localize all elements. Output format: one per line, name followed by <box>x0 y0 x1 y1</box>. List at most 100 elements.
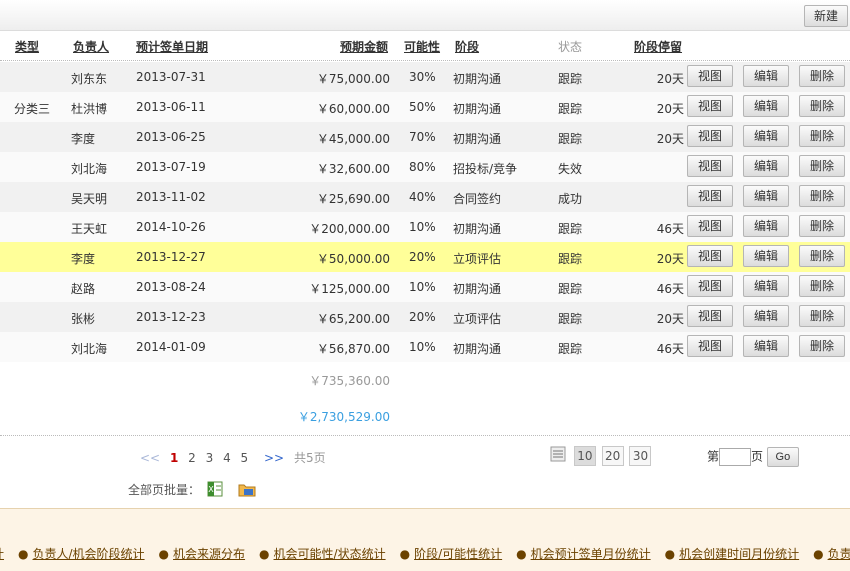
view-button[interactable]: 视图 <box>687 305 733 327</box>
view-button[interactable]: 视图 <box>687 185 733 207</box>
cell-sign-date: 2014-10-26 <box>136 220 206 234</box>
table-row[interactable]: 分类三 杜洪博 2013-06-11 ￥60,000.00 50% 初期沟通 跟踪 20天 视图… <box>0 92 850 122</box>
column-header-amount[interactable]: 预期金额 <box>300 38 388 55</box>
edit-button[interactable]: 编辑 <box>743 215 789 237</box>
page-link-5[interactable]: 5 <box>241 451 249 465</box>
go-button[interactable]: Go <box>766 447 799 467</box>
page-link-2[interactable]: 2 <box>188 451 196 465</box>
report-link[interactable]: 负责人/机会阶段统计 <box>33 547 145 561</box>
column-header-owner[interactable]: 负责人 <box>73 38 109 55</box>
report-link[interactable]: 负责 <box>828 547 850 561</box>
delete-button[interactable]: 删除 <box>799 155 845 177</box>
edit-button[interactable]: 编辑 <box>743 125 789 147</box>
cell-probability: 10% <box>409 340 436 354</box>
column-header-stage-stay[interactable]: 阶段停留 <box>634 38 682 55</box>
edit-button[interactable]: 编辑 <box>743 335 789 357</box>
page-link-1[interactable]: 1 <box>170 451 178 465</box>
goto-page: 第 页 Go <box>707 447 799 467</box>
bullet-icon: ● <box>516 547 527 561</box>
table-row[interactable]: 王天虹 2014-10-26 ￥200,000.00 10% 初期沟通 跟踪 46天 视图 编辑… <box>0 212 850 242</box>
view-button[interactable]: 视图 <box>687 65 733 87</box>
cell-owner: 杜洪博 <box>71 102 108 116</box>
page-size-20[interactable]: 20 <box>601 446 624 466</box>
table-row[interactable]: 张彬 2013-12-23 ￥65,200.00 20% 立项评估 跟踪 20天 视图 编辑 删除 <box>0 302 850 332</box>
edit-button[interactable]: 编辑 <box>743 95 789 117</box>
cell-amount: ￥56,870.00 <box>316 342 390 356</box>
report-link[interactable]: 阶段/可能性统计 <box>414 547 502 561</box>
next-page-link[interactable]: >> <box>264 451 284 465</box>
column-header-probability[interactable]: 可能性 <box>404 38 440 55</box>
cell-sign-date: 2013-11-02 <box>136 190 206 204</box>
folder-export-icon[interactable] <box>238 481 256 500</box>
column-header-stage[interactable]: 阶段 <box>455 38 479 55</box>
table-row[interactable]: 李度 2013-06-25 ￥45,000.00 70% 初期沟通 跟踪 20天 视图 编辑 删除 <box>0 122 850 152</box>
cell-sign-date: 2013-06-25 <box>136 130 206 144</box>
bullet-icon: ● <box>813 547 824 561</box>
cell-status: 跟踪 <box>558 312 583 326</box>
table-row[interactable]: 刘北海 2014-01-09 ￥56,870.00 10% 初期沟通 跟踪 46天 视图 编辑删… <box>0 332 850 362</box>
cell-stage-stay: 20天 <box>656 102 684 116</box>
delete-button[interactable]: 删除 <box>799 125 845 147</box>
cell-owner: 刘北海 <box>71 162 108 176</box>
delete-button[interactable]: 删除 <box>799 95 845 117</box>
goto-page-input[interactable] <box>719 448 752 466</box>
edit-button[interactable]: 编辑 <box>743 65 789 87</box>
new-button[interactable]: 新建 <box>804 5 848 27</box>
excel-export-icon[interactable]: X <box>206 481 224 500</box>
cell-stage: 初期沟通 <box>453 132 502 146</box>
table-row[interactable]: 刘北海 2013-07-19 ￥32,600.00 80% 招投标/竞争 失效 视图 编辑 删除 <box>0 152 850 182</box>
total-pages: 共5页 <box>293 451 326 465</box>
delete-button[interactable]: 删除 <box>799 65 845 87</box>
page-link-4[interactable]: 4 <box>223 451 231 465</box>
cell-sign-date: 2014-01-09 <box>136 340 206 354</box>
prev-page-link[interactable]: << <box>140 451 160 465</box>
report-link[interactable]: 机会可能性/状态统计 <box>274 547 386 561</box>
report-links-bar: 计●负责人/机会阶段统计●机会来源分布●机会可能性/状态统计●阶段/可能性统计●… <box>0 508 850 571</box>
edit-button[interactable]: 编辑 <box>743 275 789 297</box>
view-button[interactable]: 视图 <box>687 275 733 297</box>
report-link[interactable]: 机会预计签单月份统计 <box>531 547 651 561</box>
table-row[interactable]: 吴天明 2013-11-02 ￥25,690.00 40% 合同签约 成功 视图 编辑 删除 <box>0 182 850 212</box>
delete-button[interactable]: 删除 <box>799 245 845 267</box>
report-link[interactable]: 机会创建时间月份统计 <box>679 547 799 561</box>
table-row[interactable]: 李度 2013-12-27 ￥50,000.00 20% 立项评估 跟踪 20天 视图 编辑 删除 <box>0 242 850 272</box>
cell-owner: 刘东东 <box>71 72 108 86</box>
cell-probability: 20% <box>409 250 436 264</box>
table-header: 类型 负责人 预计签单日期 预期金额 可能性 阶段 状态 阶段停留 <box>0 34 850 61</box>
report-link[interactable]: 机会来源分布 <box>173 547 245 561</box>
view-button[interactable]: 视图 <box>687 245 733 267</box>
cell-amount: ￥65,200.00 <box>316 312 390 326</box>
edit-button[interactable]: 编辑 <box>743 305 789 327</box>
table-row[interactable]: 刘东东 2013-07-31 ￥75,000.00 30% 初期沟通 跟踪 20天 视图 编辑删… <box>0 62 850 92</box>
column-header-type[interactable]: 类型 <box>15 38 39 55</box>
view-button[interactable]: 视图 <box>687 215 733 237</box>
page-size-30[interactable]: 30 <box>629 446 652 466</box>
cell-stage: 初期沟通 <box>453 222 502 236</box>
delete-button[interactable]: 删除 <box>799 215 845 237</box>
delete-button[interactable]: 删除 <box>799 275 845 297</box>
cell-stage: 初期沟通 <box>453 342 502 356</box>
edit-button[interactable]: 编辑 <box>743 155 789 177</box>
delete-button[interactable]: 删除 <box>799 335 845 357</box>
delete-button[interactable]: 删除 <box>799 305 845 327</box>
view-button[interactable]: 视图 <box>687 125 733 147</box>
cell-probability: 30% <box>409 70 436 84</box>
svg-text:X: X <box>208 485 214 494</box>
delete-button[interactable]: 删除 <box>799 185 845 207</box>
cell-status: 跟踪 <box>558 252 583 266</box>
view-button[interactable]: 视图 <box>687 95 733 117</box>
divider <box>0 435 850 436</box>
page-link-3[interactable]: 3 <box>206 451 214 465</box>
cell-stage-stay: 20天 <box>656 132 684 146</box>
report-link[interactable]: 计 <box>0 547 4 561</box>
grand-total: ￥2,730,529.00 <box>297 410 390 424</box>
cell-owner: 赵路 <box>71 282 96 296</box>
table-row[interactable]: 赵路 2013-08-24 ￥125,000.00 10% 初期沟通 跟踪 46天 视图 编辑删… <box>0 272 850 302</box>
view-button[interactable]: 视图 <box>687 155 733 177</box>
view-button[interactable]: 视图 <box>687 335 733 357</box>
cell-stage-stay: 20天 <box>656 72 684 86</box>
column-header-sign-date[interactable]: 预计签单日期 <box>136 38 208 55</box>
page-size-10[interactable]: 10 <box>573 446 596 466</box>
edit-button[interactable]: 编辑 <box>743 185 789 207</box>
edit-button[interactable]: 编辑 <box>743 245 789 267</box>
